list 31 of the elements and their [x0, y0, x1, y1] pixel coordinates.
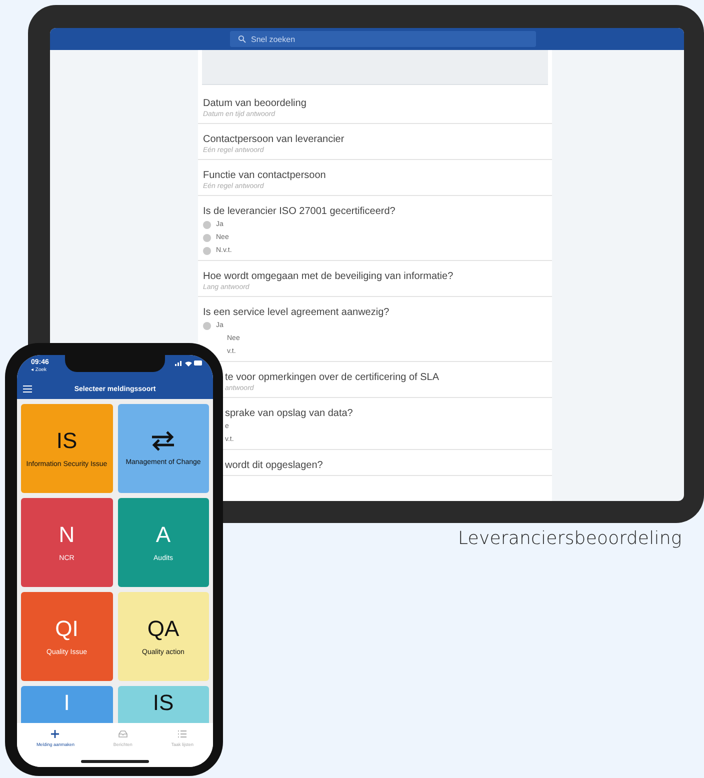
- radio-button[interactable]: [203, 322, 211, 330]
- question-title: sprake van opslag van data?: [225, 407, 354, 420]
- swap-arrows-icon: [150, 430, 176, 450]
- caption: Leveranciersbeoordeling: [458, 528, 682, 549]
- tile-letters: A: [156, 522, 171, 546]
- tile-letters: QI: [55, 616, 78, 640]
- tile-letters: N: [58, 522, 75, 546]
- radio-button[interactable]: [203, 246, 211, 254]
- question-title: wordt dit opgeslagen?: [225, 459, 324, 472]
- tile-letters: IS: [152, 691, 174, 715]
- question-title: Datum van beoordeling: [203, 97, 308, 110]
- radio-button[interactable]: [203, 220, 211, 228]
- question-title: Is een service level agreement aanwezig?: [203, 306, 390, 319]
- plus-icon: [50, 729, 60, 739]
- tile-letters: I: [64, 691, 70, 715]
- tile-letters: QA: [147, 616, 180, 640]
- list-icon: [177, 729, 188, 739]
- question-title: Hoe wordt omgegaan met de beveiliging van informatie?: [203, 270, 454, 283]
- search-field[interactable]: Snel zoeken: [230, 31, 536, 47]
- radio-button[interactable]: [203, 234, 211, 242]
- question-title: te voor opmerkingen over de certificering of SLA: [225, 371, 440, 384]
- question-title: Functie van contactpersoon: [203, 169, 327, 182]
- status-icons: [173, 359, 203, 367]
- tile-letters: IS: [56, 428, 78, 452]
- inbox-icon: [118, 729, 128, 739]
- home-indicator: [81, 760, 149, 763]
- search-icon: [238, 35, 246, 43]
- question-title: Is de leverancier ISO 27001 gecertificeerd?: [203, 205, 396, 218]
- menu-icon[interactable]: [23, 385, 32, 393]
- category-tile[interactable]: IS: [118, 686, 209, 723]
- question-title: Contactpersoon van leverancier: [203, 133, 346, 146]
